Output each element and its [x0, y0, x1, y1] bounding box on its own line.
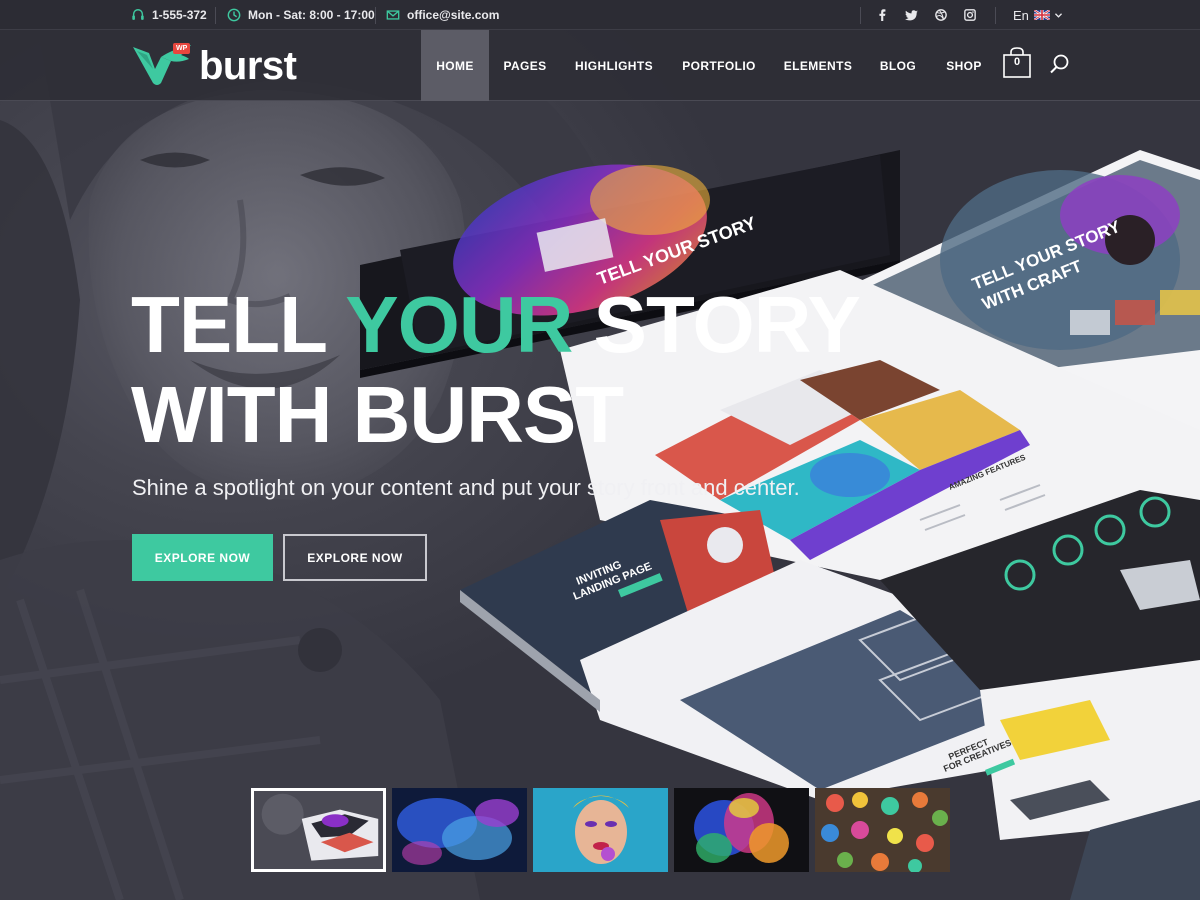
main-header: burst WP HOME PAGES HIGHLIGHTS PORTFOLIO…	[0, 30, 1200, 101]
chevron-down-icon	[1054, 12, 1062, 18]
thumb-woman-makeup-image	[533, 788, 668, 872]
phone-contact[interactable]: 1-555-372	[131, 0, 207, 30]
thumb-mockups-image	[254, 791, 383, 869]
site-logo[interactable]: burst	[131, 42, 297, 90]
slider-thumb-5[interactable]	[815, 788, 950, 872]
headline-part-1: TELL	[131, 280, 346, 369]
business-hours: Mon - Sat: 8:00 - 17:00	[227, 0, 375, 30]
hero-headline: TELL YOUR STORY WITH BURST	[131, 280, 871, 460]
slider-thumb-4[interactable]	[674, 788, 809, 872]
nav-portfolio[interactable]: PORTFOLIO	[675, 30, 763, 101]
nav-shop[interactable]: SHOP	[938, 30, 990, 101]
nav-pages[interactable]: PAGES	[495, 30, 555, 101]
cart-count: 0	[1013, 56, 1021, 68]
dribbble-link[interactable]	[932, 0, 950, 30]
hero-subtitle: Shine a spotlight on your content and pu…	[132, 475, 800, 500]
envelope-icon	[386, 10, 400, 20]
email-address: office@site.com	[407, 8, 500, 22]
nav-blog[interactable]: BLOG	[872, 30, 924, 101]
instagram-icon	[964, 9, 976, 21]
facebook-link[interactable]	[873, 0, 891, 30]
twitter-icon	[904, 9, 918, 20]
headline-part-2: STORY	[572, 280, 861, 369]
divider	[375, 7, 376, 24]
facebook-icon	[879, 9, 886, 21]
explore-now-primary-button[interactable]: EXPLORE NOW	[132, 534, 273, 581]
thumb-blue-smoke-image	[392, 788, 527, 872]
slider-thumb-3[interactable]	[533, 788, 668, 872]
explore-now-outline-button[interactable]: EXPLORE NOW	[283, 534, 427, 581]
phone-number: 1-555-372	[152, 8, 207, 22]
nav-highlights[interactable]: HIGHLIGHTS	[568, 30, 660, 101]
search-button[interactable]	[1049, 52, 1071, 76]
divider	[860, 7, 861, 24]
language-selector[interactable]: En	[1013, 0, 1062, 30]
hours-text: Mon - Sat: 8:00 - 17:00	[248, 8, 375, 22]
top-info-bar: 1-555-372 Mon - Sat: 8:00 - 17:00 office…	[0, 0, 1200, 30]
instagram-link[interactable]	[961, 0, 979, 30]
wp-badge: WP	[173, 43, 191, 54]
slider-thumb-1[interactable]	[251, 788, 386, 872]
uk-flag-icon	[1033, 10, 1050, 20]
divider	[995, 7, 996, 24]
slider-thumb-2[interactable]	[392, 788, 527, 872]
cart-button[interactable]: 0	[1003, 47, 1031, 78]
headset-icon	[132, 9, 144, 20]
headline-accent-word: YOUR	[345, 280, 573, 369]
language-label: En	[1013, 7, 1029, 23]
logo-wordmark: burst	[199, 44, 297, 88]
search-icon	[1050, 54, 1069, 74]
thumb-paper-balls-image	[815, 788, 950, 872]
dribbble-icon	[935, 9, 947, 21]
nav-home[interactable]: HOME	[421, 30, 489, 101]
headline-line-2: WITH BURST	[131, 370, 624, 459]
thumb-color-burst-image	[674, 788, 809, 872]
divider	[215, 7, 216, 24]
clock-icon	[227, 8, 241, 22]
nav-elements[interactable]: ELEMENTS	[778, 30, 858, 101]
twitter-link[interactable]	[902, 0, 920, 30]
email-contact[interactable]: office@site.com	[386, 0, 499, 30]
